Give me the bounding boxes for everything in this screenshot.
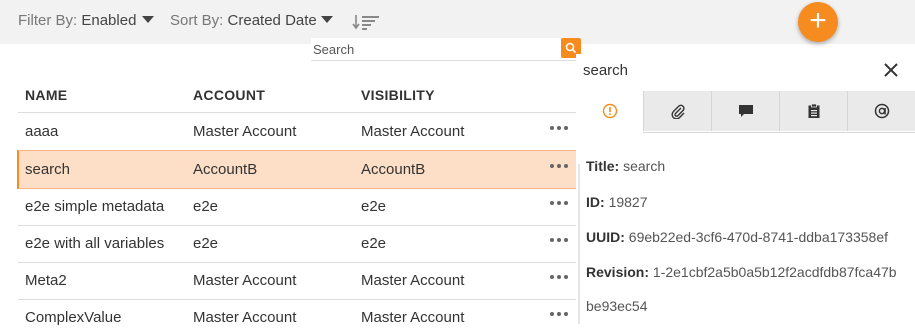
field-revision-value-cont: be93ec54 <box>586 298 648 314</box>
row-name: aaaa <box>25 123 59 140</box>
tab-info[interactable] <box>576 91 643 131</box>
table-row[interactable]: Meta2 Master Account Master Account <box>18 262 578 300</box>
paperclip-icon <box>670 104 685 119</box>
row-name: e2e simple metadata <box>25 198 165 215</box>
row-name: ComplexValue <box>25 309 122 326</box>
row-account: Master Account <box>193 123 297 140</box>
more-horizontal-icon[interactable] <box>550 275 570 281</box>
more-horizontal-icon[interactable] <box>550 201 570 207</box>
close-icon[interactable] <box>881 60 901 80</box>
table-row-selected[interactable]: search AccountB AccountB <box>17 150 580 189</box>
field-revision-continued: be93ec54 <box>586 298 648 314</box>
more-horizontal-icon[interactable] <box>550 312 570 318</box>
detail-panel: search Title: search ID: 19827 UUID: 69e… <box>576 54 915 324</box>
filter-dropdown[interactable]: Filter By: Enabled <box>18 12 136 29</box>
sort-value: Created Date <box>227 12 317 29</box>
row-name: e2e with all variables <box>25 235 165 252</box>
field-id-label: ID: <box>586 194 605 210</box>
search-input[interactable] <box>313 40 553 58</box>
filter-label: Filter By: <box>18 12 78 29</box>
row-account: Master Account <box>193 272 297 289</box>
field-title: Title: search <box>586 158 665 174</box>
comment-icon <box>738 105 753 117</box>
field-title-label: Title: <box>586 158 620 174</box>
info-icon <box>602 103 617 119</box>
sort-dropdown[interactable]: Sort By: Created Date <box>170 12 317 29</box>
panel-tabs <box>576 91 915 132</box>
field-id-value: 19827 <box>608 194 648 210</box>
table-row[interactable]: e2e simple metadata e2e e2e <box>18 188 578 226</box>
table-row[interactable]: aaaa Master Account Master Account <box>18 113 578 151</box>
row-account: e2e <box>193 198 219 215</box>
column-header-visibility[interactable]: VISIBILITY <box>361 87 435 103</box>
field-id: ID: 19827 <box>586 194 648 210</box>
sort-chevron-down-icon[interactable] <box>321 16 333 23</box>
row-name: search <box>25 161 71 178</box>
field-uuid-label: UUID: <box>586 229 625 245</box>
row-visibility: AccountB <box>361 161 426 178</box>
metadata-table: NAME ACCOUNT VISIBILITY aaaa Master Acco… <box>0 60 580 326</box>
field-uuid-value: 69eb22ed-3cf6-470d-8741-ddba173358ef <box>628 229 889 245</box>
tab-comments[interactable] <box>711 91 779 131</box>
row-visibility: Master Account <box>361 272 465 289</box>
panel-title: search <box>583 62 629 79</box>
row-name: Meta2 <box>25 272 67 289</box>
tab-attachments[interactable] <box>643 91 711 131</box>
field-revision-label: Revision: <box>586 264 650 280</box>
search-box <box>311 38 581 61</box>
sort-order-icon[interactable] <box>352 14 380 30</box>
at-sign-icon <box>874 103 890 119</box>
row-account: AccountB <box>193 161 258 178</box>
sort-label: Sort By: <box>170 12 224 29</box>
tab-clipboard[interactable] <box>779 91 847 131</box>
row-visibility: e2e <box>361 198 387 215</box>
filter-value: Enabled <box>81 12 137 29</box>
row-account: Master Account <box>193 309 297 326</box>
more-horizontal-icon[interactable] <box>550 164 570 170</box>
field-revision: Revision: 1-2e1cbf2a5b0a5b12f2acdfdb87fc… <box>586 264 897 280</box>
field-title-value: search <box>623 158 666 174</box>
field-uuid: UUID: 69eb22ed-3cf6-470d-8741-ddba173358… <box>586 229 888 245</box>
table-row[interactable]: e2e with all variables e2e e2e <box>18 225 578 263</box>
row-account: e2e <box>193 235 219 252</box>
row-visibility: e2e <box>361 235 387 252</box>
tab-links[interactable] <box>847 91 915 131</box>
field-revision-value: 1-2e1cbf2a5b0a5b12f2acdfdb87fca47b <box>652 264 897 280</box>
column-header-name[interactable]: NAME <box>25 87 67 103</box>
add-button[interactable]: + <box>798 2 838 42</box>
column-header-account[interactable]: ACCOUNT <box>193 87 265 103</box>
filter-chevron-down-icon[interactable] <box>142 16 154 23</box>
table-row[interactable]: ComplexValue Master Account Master Accou… <box>18 299 578 336</box>
tabs-divider <box>643 132 915 133</box>
panel-divider <box>578 164 580 324</box>
plus-icon: + <box>809 4 827 37</box>
more-horizontal-icon[interactable] <box>550 126 570 132</box>
clipboard-icon <box>808 103 819 118</box>
row-visibility: Master Account <box>361 309 465 326</box>
more-horizontal-icon[interactable] <box>550 238 570 244</box>
row-visibility: Master Account <box>361 123 465 140</box>
